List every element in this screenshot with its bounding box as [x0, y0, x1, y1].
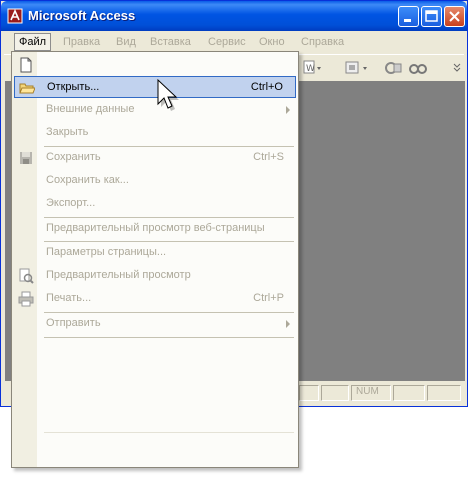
close-icon	[449, 11, 460, 22]
menu-item-label: Закрыть	[46, 126, 89, 138]
save-disk-icon	[20, 152, 32, 164]
menu-item-new[interactable]	[14, 54, 296, 76]
menu-item-faded	[14, 434, 296, 456]
menu-item-label: Печать...	[46, 292, 92, 304]
status-panel	[393, 385, 425, 401]
menu-item-label: Предварительный просмотр	[46, 269, 191, 281]
status-panel	[427, 385, 461, 401]
menu-item-close[interactable]: Закрыть	[14, 122, 296, 144]
menu-file[interactable]: Файл	[14, 33, 52, 51]
menu-item-export[interactable]: Экспорт...	[14, 193, 296, 215]
submenu-arrow-icon	[286, 106, 290, 114]
menu-item-shortcut: Ctrl+O	[250, 81, 283, 93]
minimize-icon	[404, 19, 411, 22]
menu-item-label: Параметры страницы...	[46, 246, 167, 258]
menu-item-label: Экспорт...	[46, 197, 96, 209]
toolbar-options-icon[interactable]	[452, 62, 462, 74]
maximize-button[interactable]	[421, 6, 442, 27]
minimize-button[interactable]	[398, 6, 419, 27]
menu-item-label: Сохранить	[46, 151, 101, 163]
menu-item-label: Открыть...	[47, 81, 100, 93]
binoculars-icon[interactable]	[408, 59, 428, 77]
menu-item-send[interactable]: Отправить	[14, 313, 296, 335]
menu-view[interactable]: Вид	[116, 36, 136, 48]
menu-item-shortcut: Ctrl+P	[253, 292, 284, 304]
menu-item-save-as[interactable]: Сохранить как...	[14, 170, 296, 192]
menu-help[interactable]: Справка	[301, 36, 344, 48]
menu-tools[interactable]: Сервис	[208, 36, 246, 48]
relationships-icon[interactable]	[384, 59, 404, 77]
menu-item-page-setup[interactable]: Параметры страницы...	[14, 242, 296, 264]
printer-icon	[18, 291, 34, 307]
close-button[interactable]	[444, 6, 465, 27]
print-preview-icon	[19, 268, 34, 284]
menu-item-faded	[14, 385, 296, 407]
open-folder-icon	[19, 83, 35, 94]
menu-item-label: Отправить	[46, 317, 101, 329]
maximize-icon	[425, 10, 438, 22]
svg-text:W: W	[306, 64, 315, 74]
mouse-cursor-icon	[157, 78, 179, 111]
new-document-icon	[20, 57, 32, 73]
submenu-arrow-icon	[286, 320, 290, 328]
menu-item-save[interactable]: Сохранить Ctrl+S	[14, 147, 296, 169]
analyze-icon[interactable]	[344, 59, 370, 77]
merge-letter-icon[interactable]: W	[302, 59, 324, 77]
status-panel	[299, 385, 319, 401]
menu-insert[interactable]: Вставка	[150, 36, 191, 48]
menu-item-label: Сохранить как...	[46, 174, 129, 186]
menu-separator	[44, 337, 294, 338]
window-title: Microsoft Access	[28, 8, 136, 23]
menu-item-shortcut: Ctrl+S	[253, 151, 284, 163]
title-bar[interactable]: Microsoft Access	[1, 1, 467, 31]
menu-item-print[interactable]: Печать... Ctrl+P	[14, 288, 296, 310]
menu-window[interactable]: Окно	[259, 36, 285, 48]
menu-item-web-preview[interactable]: Предварительный просмотр веб-страницы	[14, 218, 296, 240]
menu-bar: Файл Правка Вид Вставка Сервис Окно Спра…	[4, 33, 464, 53]
menu-item-label: Внешние данные	[46, 103, 135, 115]
menu-item-print-preview[interactable]: Предварительный просмотр	[14, 265, 296, 287]
menu-item-faded	[14, 362, 296, 384]
status-panel	[321, 385, 349, 401]
menu-edit[interactable]: Правка	[63, 36, 100, 48]
menu-item-label: Предварительный просмотр веб-страницы	[46, 222, 265, 234]
access-key-icon	[7, 8, 23, 24]
menu-item-faded	[14, 339, 296, 361]
num-lock-indicator: NUM	[356, 386, 379, 397]
menu-separator	[44, 432, 294, 433]
menu-item-faded	[14, 408, 296, 430]
